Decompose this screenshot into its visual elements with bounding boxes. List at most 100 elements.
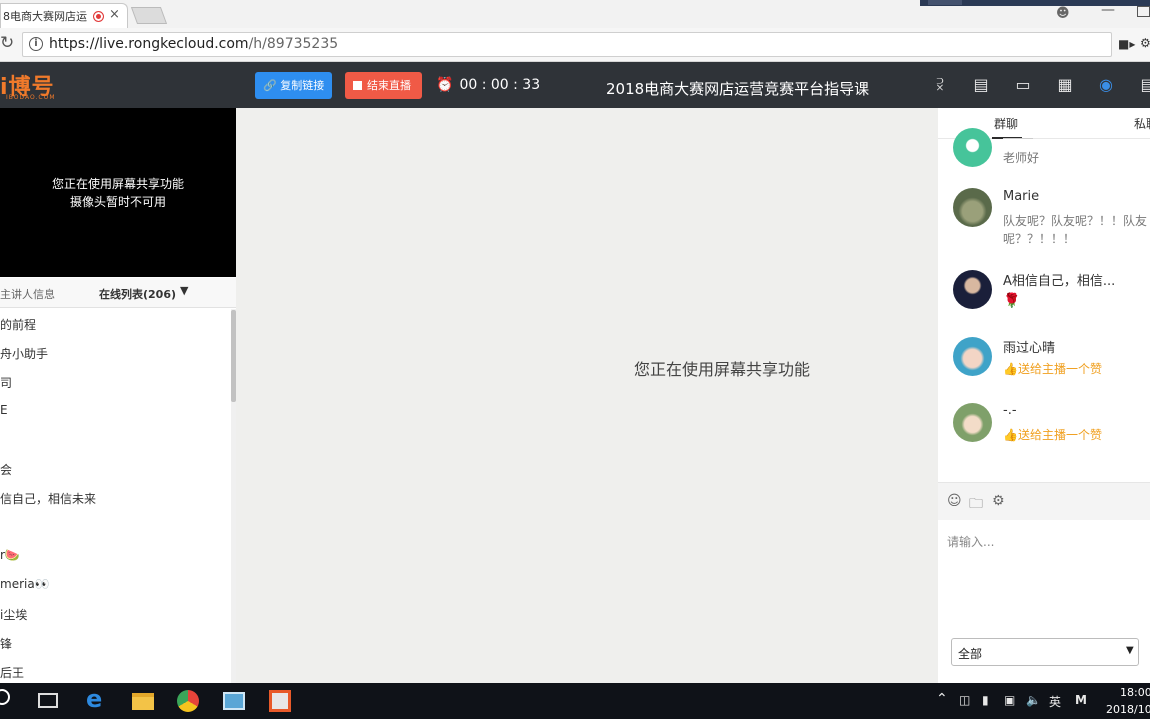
site-info-icon[interactable]: i [29, 37, 43, 51]
link-icon: 🔗 [263, 79, 277, 92]
list-item[interactable]: i尘埃 [0, 606, 27, 623]
list-item[interactable]: E [0, 403, 8, 417]
mail-icon[interactable]: M [1075, 693, 1087, 707]
like-message: 👍送给主播一个赞 [1003, 362, 1102, 376]
window-titlebar-strip [920, 0, 1150, 6]
network-icon[interactable]: ▣ [1004, 693, 1015, 707]
list-item[interactable]: 会 [0, 461, 12, 478]
chat-message-name: -.- [1003, 403, 1017, 418]
minimize-button[interactable]: — [1101, 2, 1115, 18]
battery-icon[interactable]: ▮ [982, 693, 989, 707]
document-icon[interactable]: ▤ [971, 75, 991, 94]
list-item[interactable]: r🍉 [0, 548, 20, 562]
share-icon[interactable]: ⫂ [930, 75, 950, 95]
more-icon[interactable]: ▤ [1138, 75, 1150, 94]
monitor-icon[interactable]: ▭ [1013, 75, 1033, 94]
scope-select-value: 全部 [958, 647, 983, 661]
live-timer: ⏰ 00 : 00 : 33 [436, 77, 540, 93]
chevron-down-icon[interactable]: ▼ [180, 284, 188, 297]
chrome-icon[interactable] [177, 690, 199, 712]
browser-tab-strip: 8电商大赛网店运 × ☻ — [0, 0, 1150, 28]
list-item[interactable]: 司 [0, 374, 12, 391]
extension-icon[interactable]: ⚙ [1140, 36, 1150, 50]
chevron-down-icon: ▼ [1126, 645, 1134, 656]
timer-value: 00 : 00 : 33 [459, 77, 541, 93]
screen-share-message: 您正在使用屏幕共享功能 [634, 360, 811, 379]
reload-icon[interactable]: ↻ [0, 33, 14, 53]
logo-subtext: IBODAO.COM [6, 94, 56, 101]
camera-message-line2: 摄像头暂时不可用 [69, 195, 166, 209]
search-icon[interactable] [0, 689, 10, 705]
screen-share-pane: 您正在使用屏幕共享功能 [236, 108, 938, 683]
chat-message-name: Marie [1003, 189, 1040, 204]
recording-indicator-icon [93, 11, 104, 22]
list-item[interactable]: 后王 [0, 664, 24, 681]
browser-tab-title: 8电商大赛网店运 [3, 10, 87, 23]
volume-icon[interactable]: 🔈 [1026, 693, 1041, 707]
clock-date[interactable]: 2018/10 [1106, 703, 1150, 716]
recipient-scope-select[interactable]: 全部 ▼ [951, 638, 1139, 666]
copy-link-label: 复制链接 [280, 79, 325, 92]
copy-link-button[interactable]: 🔗 复制链接 [255, 72, 332, 99]
gear-icon[interactable]: ⚙ [992, 493, 1005, 509]
emoji-icon[interactable]: ☺ [947, 493, 962, 509]
browser-tab-active[interactable]: 8电商大赛网店运 × [0, 3, 128, 28]
end-live-button[interactable]: 结束直播 [345, 72, 422, 99]
stop-icon [353, 81, 362, 90]
tab-private-chat[interactable]: 私聊 [1134, 115, 1150, 132]
app-window-icon[interactable] [223, 692, 245, 710]
chat-message-name: A相信自己，相信... [1003, 274, 1116, 289]
online-list: 的前程 舟小助手 司 E 会 信自己，相信未来 r🍉 meria👀 i尘埃 锋 … [0, 309, 236, 683]
video-icon[interactable]: ▦ [1055, 75, 1075, 94]
avatar[interactable] [953, 128, 992, 167]
chat-message-text: 老师好 [1003, 151, 1040, 165]
url-text: https://live.rongkecloud.com/h/89735235 [49, 36, 338, 52]
url-field[interactable]: i https://live.rongkecloud.com/h/8973523… [22, 32, 1112, 57]
list-item[interactable]: 锋 [0, 635, 12, 652]
clock-time[interactable]: 18:00 [1120, 686, 1150, 699]
logo: i博号 IBODAO.COM [0, 69, 75, 101]
recorder-app-icon[interactable] [269, 690, 291, 712]
address-bar: ↻ i https://live.rongkecloud.com/h/89735… [0, 28, 1150, 62]
task-view-icon[interactable] [38, 693, 58, 708]
rose-icon: 🌹 [1003, 293, 1021, 309]
url-path: /h/89735235 [248, 36, 339, 52]
chat-input[interactable]: 请输入... [947, 533, 994, 550]
tab-speaker-info[interactable]: 主讲人信息 [0, 286, 55, 302]
ime-indicator[interactable]: 英 [1049, 693, 1061, 710]
end-live-label: 结束直播 [367, 79, 411, 92]
tab-online-list[interactable]: 在线列表(206) [99, 286, 176, 302]
list-item[interactable]: meria👀 [0, 577, 50, 591]
maximize-button[interactable] [1137, 6, 1150, 17]
folder-icon[interactable]: 🗀 [969, 493, 983, 517]
chat-message-text: 队友呢？队友呢？！！队友呢？？！！！ [1003, 214, 1148, 246]
profile-icon[interactable]: ☻ [1056, 6, 1070, 21]
avatar[interactable] [953, 270, 992, 309]
url-host: https://live.rongkecloud.com [49, 36, 249, 52]
participant-tabs: 主讲人信息 在线列表(206) ▼ [0, 278, 236, 308]
list-item[interactable]: 舟小助手 [0, 345, 48, 362]
taskbar: e ⌃ ◫ ▮ ▣ 🔈 英 M 18:00 2018/10 [0, 683, 1150, 719]
file-explorer-icon[interactable] [132, 693, 154, 710]
avatar[interactable] [953, 337, 992, 376]
camera-icon[interactable]: ■▸ [1118, 37, 1135, 51]
chat-toolbar: ☺ 🗀 ⚙ [938, 482, 1150, 520]
usb-icon[interactable]: ◫ [959, 693, 970, 707]
chat-message-name [1003, 138, 1033, 139]
avatar[interactable] [953, 188, 992, 227]
list-item[interactable]: 的前程 [0, 316, 36, 333]
chevron-up-icon[interactable]: ⌃ [936, 691, 948, 707]
list-item[interactable]: 信自己，相信未来 [0, 490, 96, 507]
chat-panel: 群聊 私聊 老师好 Marie 队友呢？队友呢？！！队友呢？？！！！ A相信自己… [938, 108, 1150, 683]
course-title: 2018电商大赛网店运营竞赛平台指导课 [606, 80, 870, 98]
chat-message-name: 雨过心晴 [1003, 341, 1056, 356]
tab-group-chat[interactable]: 群聊 [994, 115, 1018, 132]
alarm-clock-icon: ⏰ [436, 77, 454, 93]
app-header: i博号 IBODAO.COM 🔗 复制链接 结束直播 ⏰ 00 : 00 : 33… [0, 62, 1150, 108]
camera-pane: 您正在使用屏幕共享功能 摄像头暂时不可用 [0, 108, 236, 277]
avatar[interactable] [953, 403, 992, 442]
tab-close-icon[interactable]: × [109, 7, 120, 22]
chat-icon[interactable]: ◉ [1096, 75, 1116, 94]
new-tab-button[interactable] [130, 7, 168, 24]
edge-browser-icon[interactable]: e [86, 687, 108, 711]
